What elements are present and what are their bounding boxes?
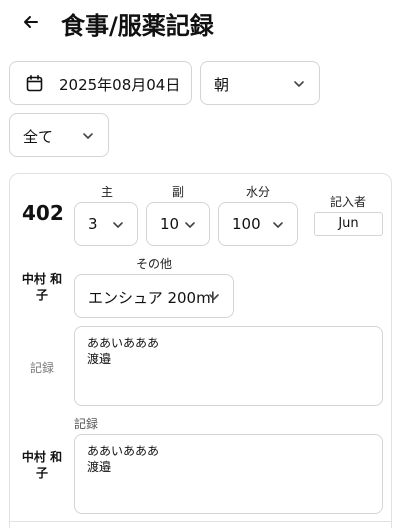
main-select[interactable]: 3 [74, 202, 138, 246]
card-divider [10, 521, 391, 522]
other-label: その他 [136, 257, 173, 271]
resident-name-line: 子 [35, 466, 48, 480]
water-label: 水分 [246, 185, 271, 199]
side-value: 10 [160, 215, 180, 233]
note-line: 渡邉 [87, 352, 112, 366]
water-select[interactable]: 100 [218, 202, 298, 246]
note-line: 渡邉 [87, 460, 112, 474]
calendar-icon [26, 75, 43, 92]
resident-name-line: 中村 和 [21, 450, 63, 464]
chevron-down-icon [185, 222, 195, 228]
filter-value: 全て [23, 128, 54, 146]
note-textarea[interactable]: ああいあああ 渡邉 [74, 326, 383, 406]
meal-value: 朝 [214, 76, 230, 94]
note-side-label: 記録 [30, 361, 55, 375]
chevron-down-icon [294, 81, 304, 87]
main-label: 主 [101, 185, 114, 199]
note-line: ああいあああ [87, 336, 160, 350]
main-value: 3 [88, 215, 98, 233]
chevron-down-icon [113, 222, 123, 228]
resident-name-line: 中村 和 [21, 272, 63, 286]
page-title: 食事/服薬記録 [61, 12, 214, 40]
date-value: 2025年08月04日 [59, 76, 181, 94]
back-arrow-icon[interactable] [21, 12, 41, 32]
chevron-down-icon [209, 294, 219, 300]
side-select[interactable]: 10 [146, 202, 210, 246]
chevron-down-icon [273, 222, 283, 228]
other-select[interactable]: エンシュア 200ml [74, 274, 234, 318]
resident-name: 中村 和 子 [21, 271, 63, 303]
chevron-down-icon [83, 133, 93, 139]
meal-select[interactable]: 朝 [200, 61, 320, 105]
recorder-field[interactable]: Jun [314, 212, 383, 236]
other-value: エンシュア 200ml [88, 289, 215, 307]
note-line: ああいあああ [87, 444, 160, 458]
page-header: 食事/服薬記録 [0, 0, 402, 46]
filter-select[interactable]: 全て [9, 113, 109, 157]
room-number: 402 [22, 201, 64, 225]
date-picker[interactable]: 2025年08月04日 [9, 61, 192, 105]
water-value: 100 [232, 215, 261, 233]
recorder-label: 記入者 [330, 195, 367, 209]
resident-name: 中村 和 子 [21, 449, 63, 481]
note-label: 記録 [74, 417, 99, 431]
side-label: 副 [172, 185, 185, 199]
resident-name-line: 子 [35, 288, 48, 302]
note-textarea[interactable]: ああいあああ 渡邉 [74, 434, 383, 514]
